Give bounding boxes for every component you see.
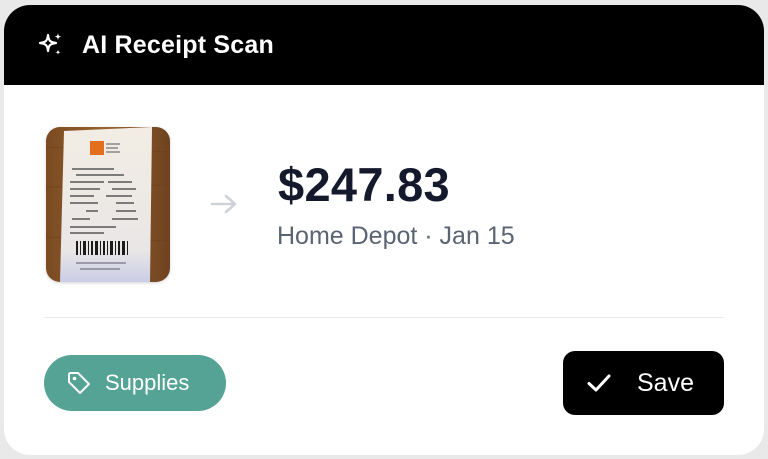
receipt-amount: $247.83 xyxy=(278,158,450,211)
save-label: Save xyxy=(637,368,694,397)
card-header: AI Receipt Scan xyxy=(4,5,764,85)
receipt-merchant-date: Home Depot · Jan 15 xyxy=(277,222,515,250)
category-tag[interactable]: Supplies xyxy=(44,355,226,411)
sparkles-icon xyxy=(36,30,66,60)
receipt-scan-card: AI Receipt Scan $247.83 Home Depot · Jan… xyxy=(4,5,764,455)
card-title: AI Receipt Scan xyxy=(82,30,274,59)
receipt-thumbnail[interactable] xyxy=(46,127,170,282)
card-body: $247.83 Home Depot · Jan 15 Supplies Sav… xyxy=(4,85,764,455)
check-icon xyxy=(585,369,613,397)
tag-icon xyxy=(66,370,92,396)
arrow-right-icon xyxy=(209,192,239,216)
category-label: Supplies xyxy=(105,370,190,395)
save-button[interactable]: Save xyxy=(563,351,724,415)
divider xyxy=(44,317,724,318)
